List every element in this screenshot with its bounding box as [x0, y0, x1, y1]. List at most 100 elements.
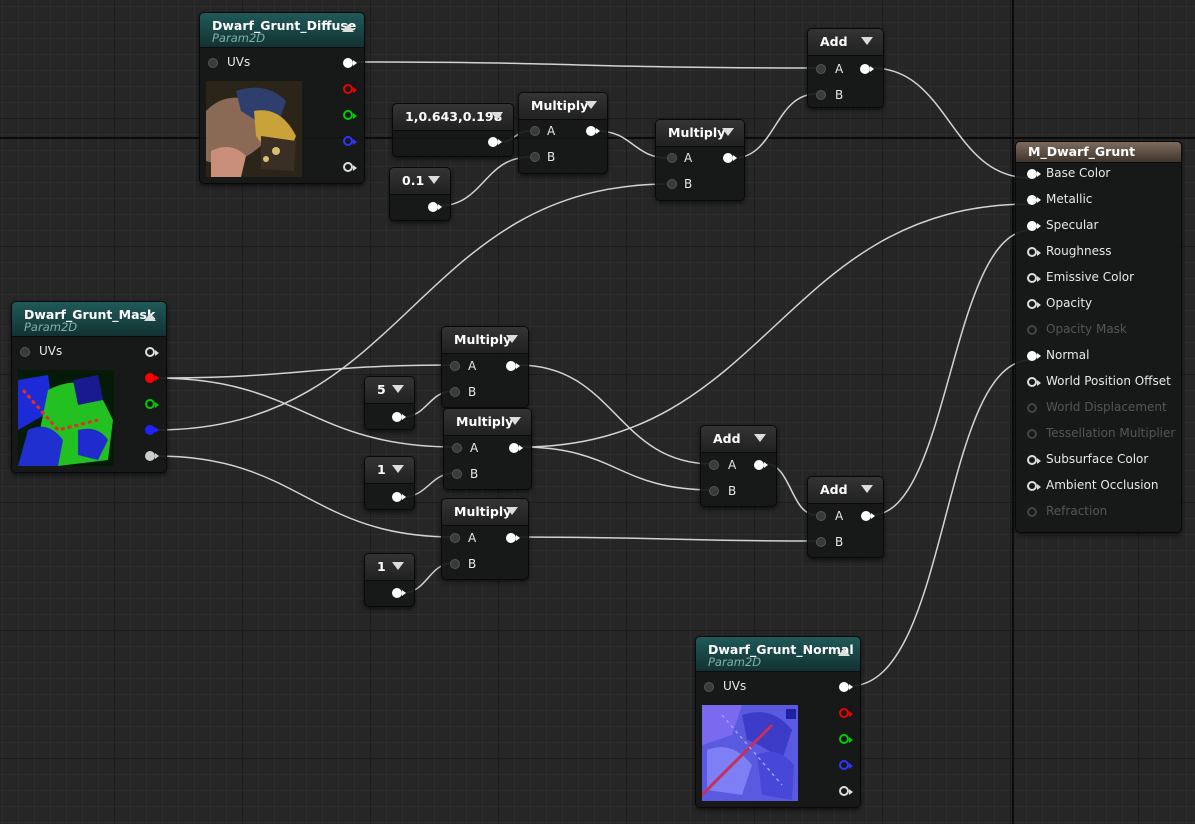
uvs-input-pin[interactable]	[704, 682, 714, 692]
output-pin[interactable]	[488, 137, 502, 147]
green-output-pin[interactable]	[343, 110, 357, 120]
input-pin-a[interactable]	[709, 460, 719, 470]
input-pin-a[interactable]	[450, 361, 460, 371]
collapse-arrow-icon[interactable]	[392, 562, 404, 570]
input-pin-b[interactable]	[450, 387, 460, 397]
material-input-pin[interactable]	[1027, 299, 1041, 309]
collapse-arrow-icon[interactable]	[861, 37, 873, 45]
input-pin-b[interactable]	[452, 469, 462, 479]
node-header[interactable]: 5	[365, 377, 414, 404]
node-header[interactable]: Add	[808, 29, 883, 56]
node-header[interactable]: Multiply	[519, 93, 607, 120]
node-header[interactable]: Multiply	[444, 409, 531, 436]
uvs-input-pin[interactable]	[20, 347, 30, 357]
green-output-pin[interactable]	[839, 734, 853, 744]
node-header[interactable]: Dwarf_Grunt_Normal Param2D	[696, 637, 860, 672]
add-node-mid[interactable]: Add A B	[700, 425, 777, 507]
collapse-arrow-icon[interactable]	[585, 101, 597, 109]
collapse-arrow-icon[interactable]	[861, 485, 873, 493]
input-pin-a[interactable]	[452, 443, 462, 453]
input-pin-b[interactable]	[530, 152, 540, 162]
rgb-output-pin[interactable]	[839, 682, 853, 692]
multiply-node-1[interactable]: Multiply A B	[518, 92, 608, 174]
node-header[interactable]: Dwarf_Grunt_Mask Param2D	[12, 302, 166, 337]
node-header[interactable]: 0.1	[390, 168, 450, 195]
collapse-arrow-icon[interactable]	[342, 24, 354, 32]
red-output-pin[interactable]	[145, 373, 159, 383]
material-result-node[interactable]: M_Dwarf_Grunt Base Color Metallic Specular…	[1015, 141, 1182, 533]
output-pin[interactable]	[428, 202, 442, 212]
material-input-pin[interactable]	[1027, 377, 1041, 387]
blue-output-pin[interactable]	[839, 760, 853, 770]
blue-output-pin[interactable]	[343, 136, 357, 146]
node-header[interactable]: 1	[365, 457, 414, 484]
node-header[interactable]: 1,0.643,0.198	[393, 104, 513, 131]
collapse-arrow-icon[interactable]	[509, 417, 521, 425]
red-output-pin[interactable]	[343, 84, 357, 94]
output-pin[interactable]	[509, 443, 523, 453]
output-pin[interactable]	[392, 588, 406, 598]
collapse-arrow-icon[interactable]	[722, 128, 734, 136]
multiply-node-2[interactable]: Multiply A B	[655, 119, 745, 201]
material-input-pin[interactable]	[1027, 195, 1041, 205]
constant-node-5[interactable]: 5	[364, 376, 415, 430]
collapse-arrow-icon[interactable]	[144, 313, 156, 321]
material-input-pin[interactable]	[1027, 273, 1041, 283]
input-pin-b[interactable]	[816, 90, 826, 100]
texture-node-normal[interactable]: Dwarf_Grunt_Normal Param2D UVs	[695, 636, 861, 808]
collapse-arrow-icon[interactable]	[506, 335, 518, 343]
output-pin[interactable]	[506, 533, 520, 543]
output-pin[interactable]	[860, 64, 874, 74]
multiply-node-4[interactable]: Multiply A B	[443, 408, 532, 490]
collapse-arrow-icon[interactable]	[392, 385, 404, 393]
input-pin-a[interactable]	[530, 126, 540, 136]
add-node-bottom[interactable]: Add A B	[807, 476, 884, 558]
constant-node-0.1[interactable]: 0.1	[389, 167, 451, 221]
material-input-pin[interactable]	[1027, 351, 1041, 361]
input-pin-b[interactable]	[816, 537, 826, 547]
multiply-node-3[interactable]: Multiply A B	[441, 326, 529, 408]
input-pin-a[interactable]	[667, 153, 677, 163]
material-input-pin[interactable]	[1027, 221, 1041, 231]
collapse-arrow-icon[interactable]	[392, 465, 404, 473]
collapse-arrow-icon[interactable]	[838, 648, 850, 656]
material-input-pin[interactable]	[1027, 481, 1041, 491]
constant-color-node[interactable]: 1,0.643,0.198	[392, 103, 514, 157]
node-header[interactable]: Multiply	[442, 327, 528, 354]
input-pin-a[interactable]	[816, 64, 826, 74]
output-pin[interactable]	[723, 153, 737, 163]
rgb-output-pin[interactable]	[145, 347, 159, 357]
node-header[interactable]: Add	[808, 477, 883, 504]
blue-output-pin[interactable]	[145, 425, 159, 435]
collapse-arrow-icon[interactable]	[428, 176, 440, 184]
texture-node-diffuse[interactable]: Dwarf_Grunt_Diffuse Param2D UVs	[199, 12, 365, 184]
input-pin-b[interactable]	[667, 179, 677, 189]
texture-node-mask[interactable]: Dwarf_Grunt_Mask Param2D UVs	[11, 301, 167, 473]
input-pin-b[interactable]	[450, 559, 460, 569]
uvs-input-pin[interactable]	[208, 58, 218, 68]
collapse-arrow-icon[interactable]	[754, 434, 766, 442]
node-header[interactable]: M_Dwarf_Grunt	[1016, 142, 1181, 163]
input-pin-b[interactable]	[709, 486, 719, 496]
output-pin[interactable]	[586, 126, 600, 136]
material-input-pin[interactable]	[1027, 247, 1041, 257]
output-pin[interactable]	[506, 361, 520, 371]
node-header[interactable]: Multiply	[442, 499, 528, 526]
node-header[interactable]: Dwarf_Grunt_Diffuse Param2D	[200, 13, 364, 48]
multiply-node-5[interactable]: Multiply A B	[441, 498, 529, 580]
collapse-arrow-icon[interactable]	[506, 507, 518, 515]
green-output-pin[interactable]	[145, 399, 159, 409]
rgb-output-pin[interactable]	[343, 58, 357, 68]
alpha-output-pin[interactable]	[343, 162, 357, 172]
material-input-pin[interactable]	[1027, 455, 1041, 465]
material-input-pin[interactable]	[1027, 169, 1041, 179]
node-header[interactable]: 1	[365, 554, 414, 581]
add-node-top[interactable]: Add A B	[807, 28, 884, 108]
input-pin-a[interactable]	[450, 533, 460, 543]
output-pin[interactable]	[392, 492, 406, 502]
output-pin[interactable]	[861, 511, 875, 521]
alpha-output-pin[interactable]	[839, 786, 853, 796]
input-pin-a[interactable]	[816, 511, 826, 521]
output-pin[interactable]	[392, 412, 406, 422]
red-output-pin[interactable]	[839, 708, 853, 718]
